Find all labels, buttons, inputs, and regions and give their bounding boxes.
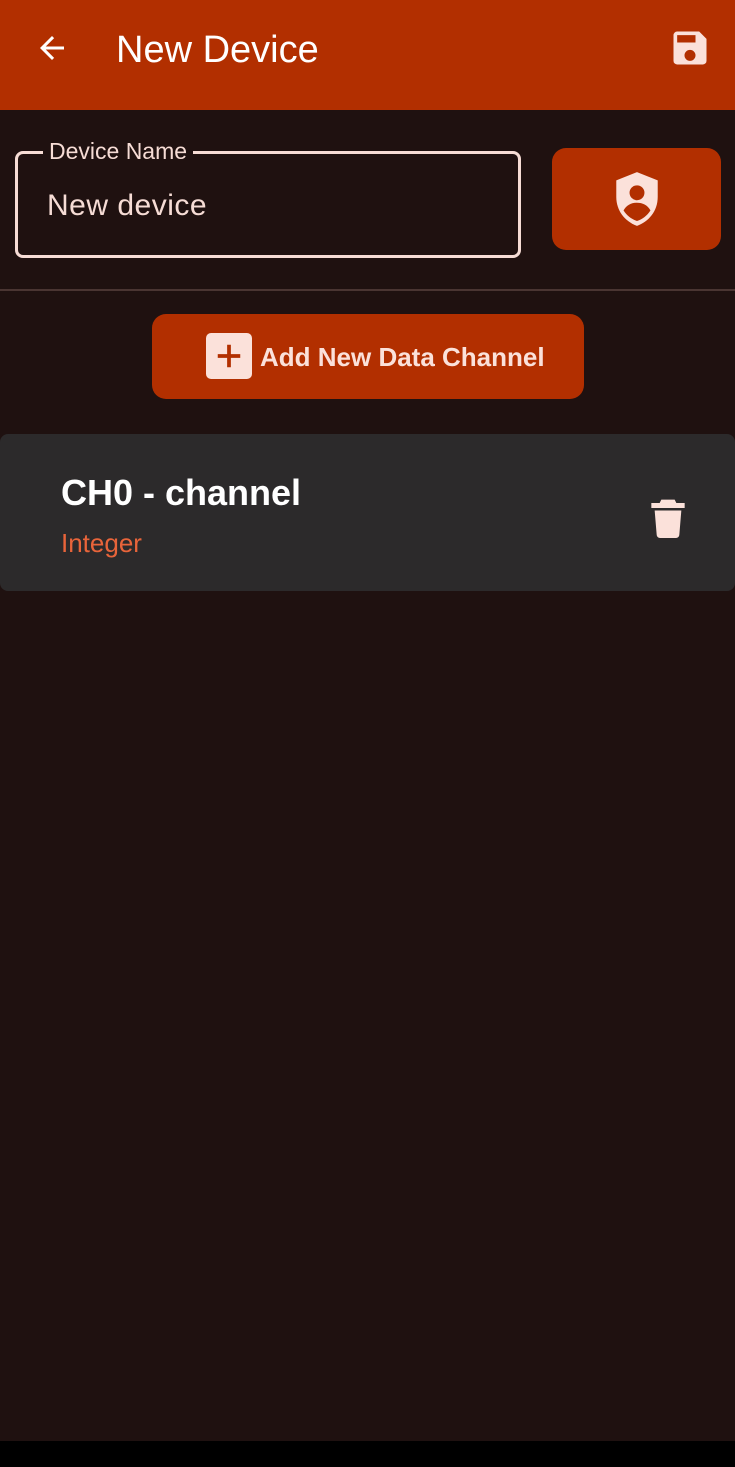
channel-list-item[interactable]: CH0 - channel Integer xyxy=(0,434,735,591)
shield-person-icon xyxy=(615,172,658,226)
channel-title: CH0 - channel xyxy=(61,472,302,513)
delete-channel-button[interactable] xyxy=(640,490,696,546)
new-device-screen: New Device Device Name Add New Data Chan… xyxy=(0,0,735,1467)
add-data-channel-button[interactable]: Add New Data Channel xyxy=(152,314,584,399)
arrow-back-icon xyxy=(40,36,64,60)
app-bar: New Device xyxy=(0,0,735,110)
security-button[interactable] xyxy=(552,148,721,250)
channel-type: Integer xyxy=(61,528,142,558)
page-title: New Device xyxy=(116,29,319,71)
add-data-channel-label: Add New Data Channel xyxy=(260,342,545,372)
device-name-label: Device Name xyxy=(43,136,194,166)
system-navigation-bar xyxy=(0,1441,735,1467)
device-name-field[interactable]: Device Name xyxy=(15,136,521,258)
save-button[interactable] xyxy=(664,22,716,74)
device-name-input[interactable] xyxy=(47,184,497,228)
back-button[interactable] xyxy=(26,22,78,74)
add-box-icon xyxy=(206,333,252,379)
section-divider xyxy=(0,289,735,291)
save-icon xyxy=(673,31,707,65)
delete-icon xyxy=(651,499,685,538)
